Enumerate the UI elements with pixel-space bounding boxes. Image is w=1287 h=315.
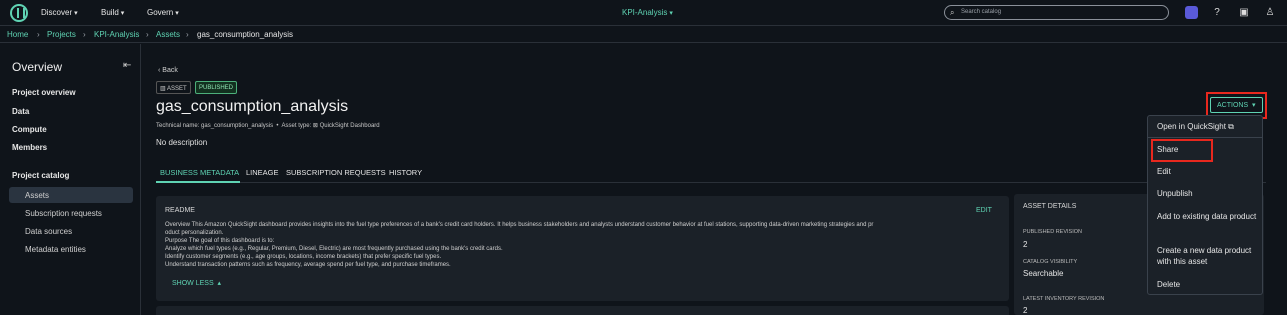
catalog-visibility-label: CATALOG VISIBILITY: [1023, 259, 1078, 265]
help-icon[interactable]: ?: [1210, 6, 1224, 20]
readme-line: oduct personalization.: [165, 230, 224, 236]
chevron-right-icon: ›: [37, 30, 40, 39]
sidebar-item-subscription-requests[interactable]: Subscription requests: [25, 209, 102, 218]
show-less-label: SHOW LESS: [172, 280, 214, 287]
latest-inventory-label: LATEST INVENTORY REVISION: [1023, 296, 1105, 302]
breadcrumb: Home › Projects › KPI-Analysis › Assets …: [0, 26, 1287, 43]
menu-item-delete[interactable]: Delete: [1157, 279, 1257, 290]
breadcrumb-home[interactable]: Home: [7, 30, 28, 39]
asset-meta: Technical name: gas_consumption_analysis…: [156, 122, 380, 129]
asset-type-tag: ▥ ASSET: [156, 81, 191, 94]
catalog-visibility-value: Searchable: [1023, 269, 1064, 278]
table-icon: ▥: [160, 86, 168, 92]
asset-description: No description: [156, 138, 208, 147]
sidebar-item-project-overview[interactable]: Project overview: [12, 88, 76, 97]
published-revision-label: PUBLISHED REVISION: [1023, 229, 1082, 235]
readme-line: Analyze which fuel types (e.g., Regular,…: [165, 246, 503, 252]
tab-subscription-requests[interactable]: SUBSCRIPTION REQUESTS: [286, 168, 386, 177]
tab-bar: BUSINESS METADATA LINEAGE SUBSCRIPTION R…: [156, 161, 1266, 183]
breadcrumb-assets[interactable]: Assets: [156, 30, 180, 39]
page-title: gas_consumption_analysis: [156, 98, 349, 115]
menu-item-add-to-data-product[interactable]: Add to existing data product: [1157, 211, 1257, 222]
chevron-up-icon: ▴: [213, 280, 222, 287]
sidebar: Overview ⇤ Project overview Data Compute…: [0, 44, 141, 315]
dashboard-icon: ⊠: [312, 123, 320, 129]
dot-separator: •: [274, 123, 282, 129]
chevron-right-icon: ›: [83, 30, 86, 39]
menu-divider: [1148, 137, 1262, 138]
sidebar-item-compute[interactable]: Compute: [12, 125, 47, 134]
show-less-button[interactable]: SHOW LESS ▴: [172, 279, 221, 287]
search-input[interactable]: ⌕ Search catalog: [944, 5, 1169, 20]
chevron-right-icon: ›: [186, 30, 189, 39]
active-tab-indicator: [156, 181, 240, 183]
technical-name: Technical name: gas_consumption_analysis: [156, 123, 274, 129]
highlight-box-share: [1151, 139, 1213, 162]
top-nav-bar: Discover ▾ Build ▾ Govern ▾ KPI-Analysis ▾ ⌕…: [0, 0, 1287, 26]
readme-heading: README: [165, 207, 195, 214]
readme-line: Overview This Amazon QuickSight dashboar…: [165, 222, 874, 228]
asset-type-value: QuickSight Dashboard: [319, 123, 380, 129]
nav-build[interactable]: Build ▾: [101, 8, 124, 17]
chevron-right-icon: ›: [146, 30, 149, 39]
menu-item-label: Open in QuickSight: [1157, 122, 1226, 131]
readme-line: Understand transaction patterns such as …: [165, 262, 451, 268]
search-placeholder: Search catalog: [961, 9, 1002, 15]
app-logo-icon[interactable]: [10, 4, 28, 22]
status-badge: PUBLISHED: [195, 81, 238, 94]
secondary-card: [156, 306, 1009, 315]
nav-discover-label: Discover: [41, 8, 73, 17]
user-icon[interactable]: ♙: [1263, 6, 1277, 20]
nav-govern-label: Govern: [147, 8, 174, 17]
asset-type-label: Asset type:: [281, 123, 312, 129]
menu-item-open-in-quicksight[interactable]: Open in QuickSight ⧉: [1157, 121, 1257, 132]
collapse-sidebar-icon[interactable]: ⇤: [123, 60, 131, 71]
latest-inventory-value: 2: [1023, 306, 1028, 315]
sidebar-title: Overview: [12, 60, 63, 74]
nav-govern[interactable]: Govern ▾: [147, 8, 179, 17]
external-link-icon: ⧉: [1225, 122, 1234, 131]
menu-item-unpublish[interactable]: Unpublish: [1157, 188, 1257, 199]
back-link[interactable]: ‹ Back: [158, 67, 178, 74]
breadcrumb-current: gas_consumption_analysis: [197, 30, 294, 39]
shield-icon[interactable]: [1185, 6, 1198, 19]
feedback-icon[interactable]: ▣: [1237, 6, 1251, 20]
sidebar-item-members[interactable]: Members: [12, 143, 47, 152]
project-selector[interactable]: KPI-Analysis ▾: [622, 8, 673, 17]
menu-item-create-data-product[interactable]: Create a new data product with this asse…: [1157, 245, 1257, 267]
chevron-down-icon: ▾: [120, 10, 125, 17]
back-label: Back: [162, 67, 178, 74]
asset-details-heading: ASSET DETAILS: [1023, 203, 1077, 210]
tab-lineage[interactable]: LINEAGE: [246, 168, 279, 177]
sidebar-section-project-catalog: Project catalog: [12, 171, 70, 180]
breadcrumb-projects[interactable]: Projects: [47, 30, 76, 39]
menu-item-edit[interactable]: Edit: [1157, 166, 1257, 177]
project-selector-label: KPI-Analysis: [622, 8, 668, 17]
search-icon: ⌕: [950, 8, 955, 17]
published-revision-value: 2: [1023, 240, 1028, 249]
sidebar-item-data-sources[interactable]: Data sources: [25, 227, 72, 236]
sidebar-item-data[interactable]: Data: [12, 107, 29, 116]
tab-history[interactable]: HISTORY: [389, 168, 422, 177]
edit-readme-button[interactable]: EDIT: [976, 207, 992, 214]
asset-tag-label: ASSET: [167, 86, 187, 92]
tab-business-metadata[interactable]: BUSINESS METADATA: [160, 168, 239, 177]
chevron-down-icon: ▾: [175, 10, 179, 17]
chevron-down-icon: ▾: [669, 10, 673, 17]
chevron-down-icon: ▾: [74, 10, 78, 17]
nav-build-label: Build: [101, 8, 119, 17]
nav-discover[interactable]: Discover ▾: [41, 8, 78, 17]
readme-line: Purpose The goal of this dashboard is to…: [165, 238, 275, 244]
sidebar-item-assets[interactable]: Assets: [25, 191, 49, 200]
sidebar-item-metadata-entities[interactable]: Metadata entities: [25, 245, 86, 254]
readme-line: Identify customer segments (e.g., age gr…: [165, 254, 442, 260]
breadcrumb-project[interactable]: KPI-Analysis: [94, 30, 139, 39]
